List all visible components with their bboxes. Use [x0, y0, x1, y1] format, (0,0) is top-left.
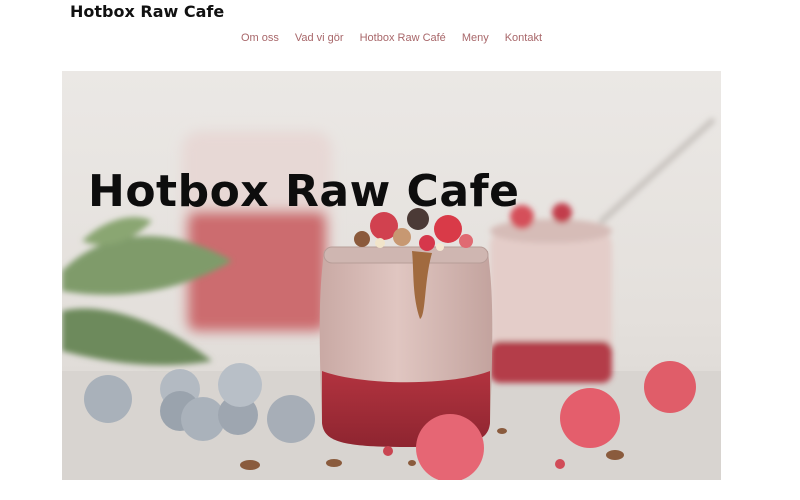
nav-item-vad-vi-gor[interactable]: Vad vi gör: [287, 32, 352, 44]
nav-item-meny[interactable]: Meny: [454, 32, 497, 44]
nav-item-kontakt[interactable]: Kontakt: [497, 32, 550, 44]
nav-item-om-oss[interactable]: Om oss: [233, 32, 287, 44]
hero-title: Hotbox Raw Cafe: [88, 166, 520, 218]
background-jar-left: [182, 131, 332, 331]
site-title[interactable]: Hotbox Raw Cafe: [70, 2, 224, 21]
main-nav: Om oss Vad vi gör Hotbox Raw Café Meny K…: [0, 32, 783, 44]
hero-image: [62, 71, 721, 480]
nav-item-hotbox-raw-cafe[interactable]: Hotbox Raw Café: [352, 32, 454, 44]
hero-banner: Hotbox Raw Cafe: [62, 71, 721, 480]
